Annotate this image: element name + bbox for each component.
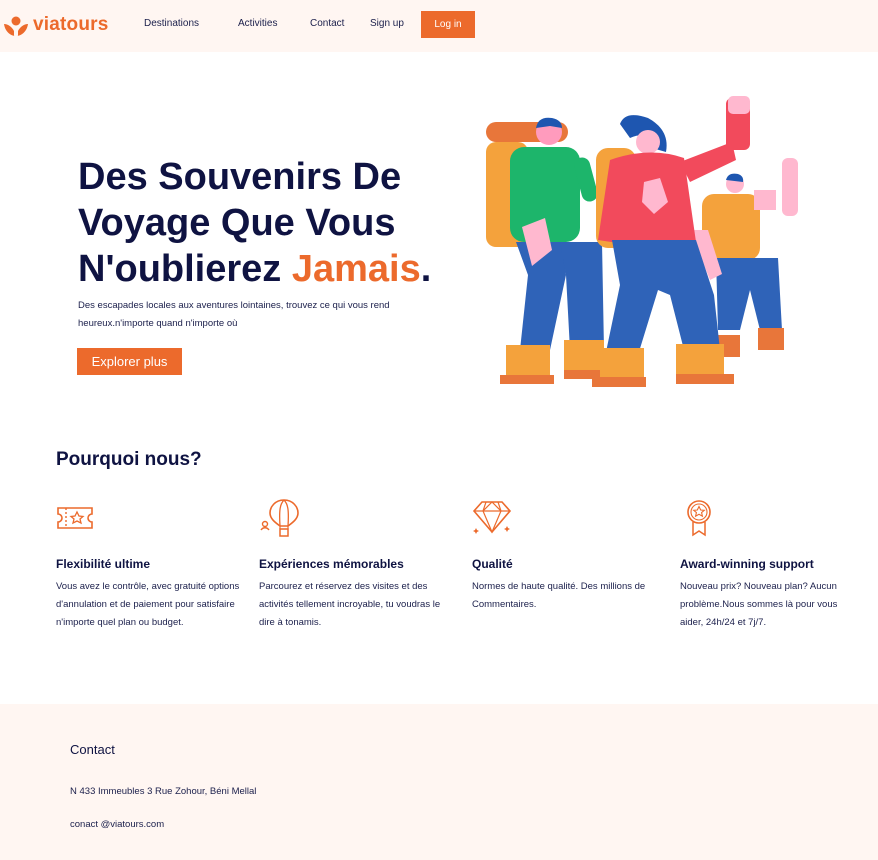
hero-title-accent: Jamais [291,248,421,290]
feature-title: Award-winning support [680,557,814,571]
login-button[interactable]: Log in [421,11,475,38]
nav-activities[interactable]: Activities [238,18,277,29]
why-us-title: Pourquoi nous? [56,449,202,470]
diamond-icon [472,501,512,534]
footer-address: N 433 Immeubles 3 Rue Zohour, Béni Mella… [70,786,257,797]
explore-more-button[interactable]: Explorer plus [77,348,182,375]
feature-title: Qualité [472,557,513,571]
feature-description: Parcourez et réservez des visites et des… [259,581,441,628]
feature-support: Award-winning support Nouveau prix? Nouv… [680,498,870,628]
footer-contact-title: Contact [70,742,115,757]
feature-flexibility: Flexibilité ultime Vous avez le contrôle… [56,498,246,628]
award-medal-icon [687,500,711,537]
feature-title: Expériences mémorables [259,557,404,571]
three-hikers-illustration [486,96,798,387]
feature-description: Nouveau prix? Nouveau plan? Aucun problè… [680,581,838,628]
footer: Contact N 433 Immeubles 3 Rue Zohour, Bé… [0,704,878,860]
feature-title: Flexibilité ultime [56,557,151,571]
nav-destinations[interactable]: Destinations [144,18,199,29]
logo-text: viatours [33,14,109,35]
nav-sign-up[interactable]: Sign up [370,18,404,29]
ticket-icon [57,507,93,529]
feature-description: Normes de haute qualité. Des millions de… [472,581,646,610]
feature-experiences: Expériences mémorables Parcourez et rése… [259,498,449,628]
logo[interactable]: viatours [2,10,109,40]
logo-icon [4,16,28,36]
hero-title: Des Souvenirs De Voyage Que Vous N'oubli… [78,154,458,292]
hero-subtitle: Des escapades locales aux aventures loin… [78,300,390,329]
nav-contact[interactable]: Contact [310,18,344,29]
top-navbar: viatours Destinations Activities Contact… [0,0,878,52]
feature-description: Vous avez le contrôle, avec gratuité opt… [56,581,240,628]
hot-air-balloon-icon [260,499,299,537]
footer-email[interactable]: conact @viatours.com [70,819,164,830]
feature-quality: Qualité Normes de haute qualité. Des mil… [472,498,662,610]
hero-title-end: . [420,248,432,290]
